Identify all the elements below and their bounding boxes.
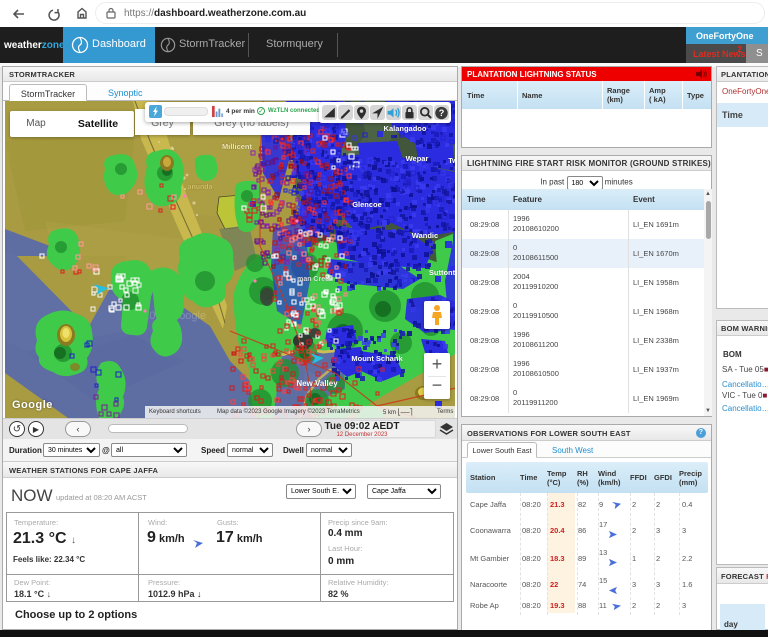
svg-text:Wepar: Wepar (406, 154, 429, 163)
svg-text:Wandic: Wandic (412, 231, 438, 240)
svg-text:Mount Schank: Mount Schank (351, 354, 403, 363)
svg-text:man Creek: man Creek (297, 276, 333, 283)
svg-text:Glencoe: Glencoe (352, 200, 382, 209)
svg-text:Millicent: Millicent (222, 142, 253, 151)
svg-text:Tw: Tw (448, 158, 455, 165)
svg-text:anunda: anunda (188, 184, 213, 191)
svg-text:New Valley: New Valley (296, 379, 338, 388)
svg-text:?: ? (439, 108, 445, 118)
svg-text:Suttont: Suttont (429, 268, 455, 277)
svg-text:Kalangadoo: Kalangadoo (384, 124, 427, 133)
